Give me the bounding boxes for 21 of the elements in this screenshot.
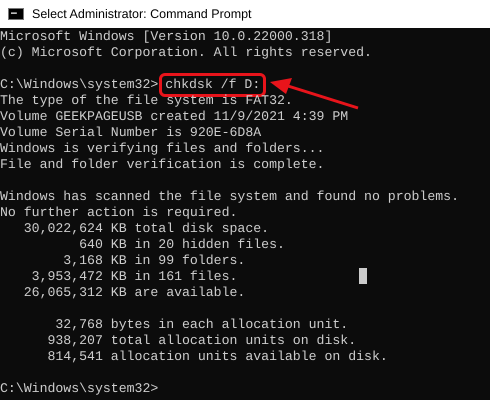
command-prompt-icon	[8, 8, 24, 20]
console-output-line: Volume Serial Number is 920E-6D8A	[0, 125, 262, 140]
console-output-line: Volume GEEKPAGEUSB created 11/9/2021 4:39 PM	[0, 109, 348, 124]
console-output-line: Windows has scanned the file system and found no problems.	[0, 189, 459, 204]
console-output-line: Windows is verifying files and folders...	[0, 141, 324, 156]
console-output-line: (c) Microsoft Corporation. All rights reserved.	[0, 45, 372, 60]
text-cursor	[359, 268, 367, 284]
console-output-line: 26,065,312 KB are available.	[22, 285, 246, 300]
command-prompt-text: C:\Windows\system32>	[0, 381, 158, 396]
console-output-line: 3,168 KB in 99 folders.	[62, 253, 246, 268]
console-output-line: 938,207 total allocation units on disk.	[46, 333, 356, 348]
command-prompt-text: C:\Windows\system32>	[0, 77, 158, 92]
console-output-line: 30,022,624 KB total disk space.	[22, 221, 270, 236]
console-output-line: File and folder verification is complete.	[0, 157, 324, 172]
console-output-line: 3,953,472 KB in 161 files.	[30, 269, 238, 284]
window-title: Select Administrator: Command Prompt	[32, 6, 252, 23]
console-output-line: 640 KB in 20 hidden files.	[78, 237, 285, 252]
console-output-line: No further action is required.	[0, 205, 238, 220]
console-output-line: 32,768 bytes in each allocation unit.	[54, 317, 348, 332]
console-output-line: 814,541 allocation units available on disk.	[46, 349, 388, 364]
console-output-line: Microsoft Windows [Version 10.0.22000.318]	[0, 29, 332, 44]
